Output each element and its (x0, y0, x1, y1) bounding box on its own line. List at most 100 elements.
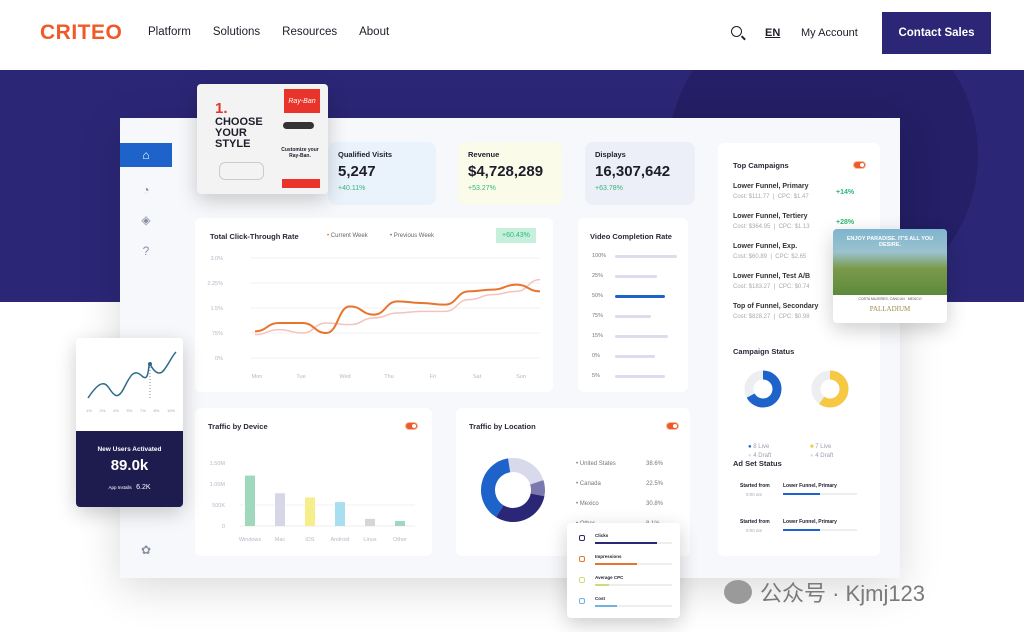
kpi-label: Qualified Visits (338, 150, 393, 159)
legend-value: 22.5% (646, 481, 664, 487)
layers-icon[interactable]: ◈ (120, 208, 172, 232)
ctr-chart-card: Total Click-Through Rate • Current Week … (195, 218, 553, 392)
bar-windows (245, 475, 255, 526)
right-panel: Top Campaigns Lower Funnel, Primary Cost:… (718, 143, 880, 556)
campaigns-toggle[interactable] (853, 161, 866, 169)
kpi-label: Displays (595, 150, 626, 159)
x-tick-label: Fri (430, 374, 436, 380)
contact-sales-button[interactable]: Contact Sales (882, 12, 991, 54)
video-row-bar (615, 355, 656, 358)
nav-platform[interactable]: Platform (148, 26, 191, 38)
new-users-value: 89.0k (110, 457, 149, 474)
x-tick-label: Other (393, 537, 407, 543)
device-bar-chart: 0 500K 1.00M 1.50M Windows Mac iOS Android Linux… (210, 461, 415, 543)
campaign-name: Top of Funnel, Secondary (733, 303, 819, 310)
status-b-draft: 4 Draft (815, 453, 834, 459)
video-row-bar (615, 375, 665, 378)
y-tick-label: 500K (212, 503, 225, 509)
x-tick-label: 10% (167, 408, 176, 413)
metric-label: Clicks (595, 533, 609, 538)
donut-slice-united-states (481, 458, 511, 518)
campaign-change: +28% (836, 219, 855, 226)
settings-icon[interactable]: ✿ (120, 538, 172, 562)
metric-label: Cost (595, 596, 605, 601)
ad-subtext: Customize your Ray-Ban. (281, 147, 319, 159)
x-tick-label: 5% (126, 408, 133, 413)
adset-progress-fill (783, 493, 820, 495)
donut-slice-canada (507, 458, 544, 485)
video-row-label: 25% (592, 273, 604, 279)
watermark: 公众号 · Kjmj123 (724, 576, 925, 608)
x-tick-label: 7% (140, 408, 146, 413)
x-tick-label: 1% (86, 408, 92, 413)
x-tick-label: Wed (339, 374, 350, 380)
bar-other (395, 520, 405, 526)
nav-solutions[interactable]: Solutions (213, 26, 260, 38)
y-tick-label: 2.25% (207, 281, 223, 287)
campaign-meta: Cost: $364.95 | CPC: $1.13 (733, 224, 810, 230)
kpi-label: Revenue (468, 150, 500, 159)
y-tick-label: 1.50M (210, 461, 226, 467)
ad-headline: ENJOY PARADISE. IT'S ALL YOU DESIRE. (846, 236, 934, 248)
campaign-change: +14% (836, 189, 855, 196)
kpi-revenue: Revenue $4,728,289 +53.27% (458, 142, 562, 205)
video-row-label: 75% (592, 313, 604, 319)
top-nav: CRITEO Platform Solutions Resources Abou… (0, 0, 1024, 70)
video-row-bar (615, 255, 677, 258)
bar-linux (365, 518, 375, 526)
adset-time: 9:00 am (746, 492, 763, 497)
legend-label: • Canada (576, 481, 601, 487)
new-users-line-chart (87, 351, 177, 400)
x-tick-label: Linux (363, 537, 376, 543)
video-row-bar (615, 335, 668, 338)
search-icon[interactable] (731, 26, 742, 37)
ad-step: 1. (215, 100, 228, 117)
kpi-value: 16,307,642 (595, 163, 671, 180)
video-row-label: 50% (592, 293, 604, 299)
campaign-meta: Cost: $183.27 | CPC: $0.74 (733, 284, 810, 290)
video-completion-card: Video Completion Rate 100% 25% 50% 75% 15% 0%… (578, 218, 688, 392)
new-users-summary: New Users Activated 89.0k App Installs 6… (76, 431, 183, 507)
ad-order-button[interactable] (282, 179, 320, 188)
my-account-link[interactable]: My Account (801, 27, 858, 39)
bar-mac (275, 493, 285, 526)
home-icon[interactable]: ⌂ (120, 143, 172, 167)
x-tick-label: 4% (113, 408, 119, 413)
series-line-previous-week (254, 278, 541, 336)
pie-chart-icon[interactable]: ◔ (120, 178, 172, 202)
x-tick-label: Sun (516, 374, 526, 380)
ctr-line-chart: 0% 75% 1.5% 2.25% 3.0% Mon Tue Wed Thu Fri Sat Sun (207, 256, 541, 380)
video-row-bar (615, 275, 658, 278)
kpi-qualified-visits: Qualified Visits 5,247 +40.11% (328, 142, 436, 205)
video-title: Video Completion Rate (590, 232, 672, 241)
metric-fill (595, 563, 638, 565)
y-tick-label: 1.5% (210, 306, 223, 312)
language-selector[interactable]: EN (765, 27, 780, 39)
video-row-bar (615, 315, 651, 318)
x-tick-label: 8% (153, 408, 160, 413)
nav-about[interactable]: About (359, 26, 389, 38)
top-campaigns-title: Top Campaigns (733, 161, 789, 170)
help-icon[interactable]: ? (120, 239, 172, 263)
new-users-title: New Users Activated (97, 446, 162, 453)
campaign-meta: Cost: $111.77 | CPC: $1.47 (733, 194, 809, 200)
adset-time: 9:00 am (746, 528, 763, 533)
y-tick-label: 0% (215, 356, 223, 362)
criteo-logo[interactable]: CRITEO (40, 21, 122, 45)
campaign-meta: Cost: $828.27 | CPC: $0.98 (733, 314, 810, 320)
campaign-name: Lower Funnel, Tertiery (733, 213, 808, 220)
new-users-card: 1% 2% 4% 5% 7% 8% 10% New Users Activated 89.0… (76, 338, 183, 507)
donut-slice-other (529, 480, 545, 497)
app-installs-label: App Installs (108, 485, 132, 490)
video-row-label: 100% (592, 253, 607, 259)
nav-resources[interactable]: Resources (282, 26, 337, 38)
rayban-ad[interactable]: 1. CHOOSE YOUR STYLE Ray-Ban Customize y… (197, 84, 328, 194)
palladium-logo: PALLADIUM (869, 305, 911, 313)
palladium-ad[interactable]: ENJOY PARADISE. IT'S ALL YOU DESIRE. COS… (833, 229, 947, 323)
y-tick-label: 3.0% (210, 256, 223, 262)
legend-label: • United States (576, 461, 616, 467)
sunglasses-image (219, 162, 264, 180)
video-row-label: 15% (592, 333, 604, 339)
metric-icon (579, 556, 585, 562)
legend-value: 38.6% (646, 461, 664, 467)
